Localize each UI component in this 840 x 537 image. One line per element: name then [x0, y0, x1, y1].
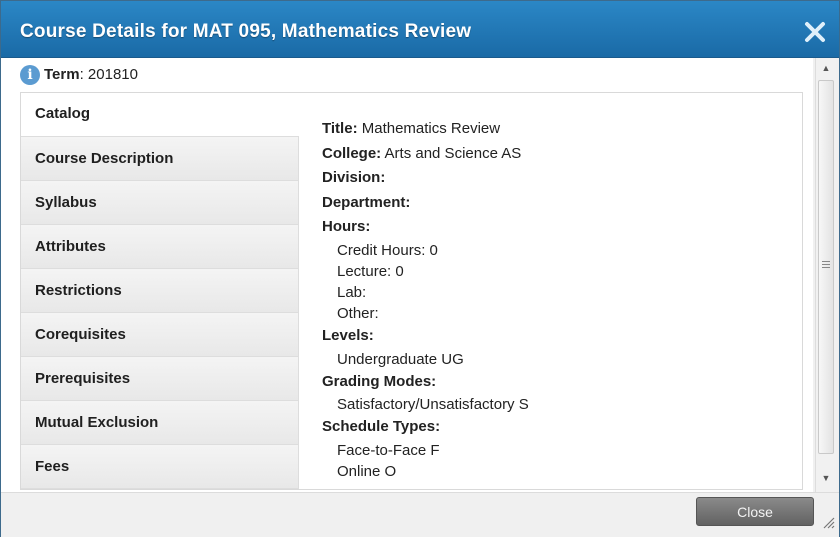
department-label: Department:	[322, 193, 411, 211]
course-details-panel: Catalog Course Description Syllabus Attr…	[20, 92, 803, 490]
course-details-dialog: Course Details for MAT 095, Mathematics …	[0, 0, 840, 537]
scroll-up-arrow-icon[interactable]: ▲	[819, 60, 833, 76]
dialog-titlebar[interactable]: Course Details for MAT 095, Mathematics …	[1, 1, 839, 58]
title-value: Mathematics Review	[361, 120, 501, 137]
scroll-down-arrow-icon[interactable]: ▼	[819, 470, 833, 486]
hours-row: Hours:	[322, 215, 792, 240]
title-label: Title:	[322, 120, 358, 137]
tab-syllabus[interactable]: Syllabus	[21, 181, 299, 225]
catalog-content: Title: Mathematics Review College: Arts …	[322, 117, 792, 482]
lecture-hours: Lecture: 0	[337, 262, 404, 280]
tab-corequisites[interactable]: Corequisites	[21, 313, 299, 357]
tab-catalog[interactable]: Catalog	[21, 93, 299, 137]
other-hours: Other:	[337, 304, 379, 322]
scrollbar-thumb[interactable]	[818, 80, 834, 454]
grading-item: Satisfactory/Unsatisfactory S	[337, 396, 529, 414]
tab-restrictions[interactable]: Restrictions	[21, 269, 299, 313]
close-button[interactable]: Close	[696, 497, 814, 526]
tab-attributes[interactable]: Attributes	[21, 225, 299, 269]
schedule-label: Schedule Types:	[322, 418, 441, 436]
levels-row: Levels:	[322, 324, 792, 349]
grading-label: Grading Modes:	[322, 372, 437, 390]
schedule-item: Online O	[337, 462, 397, 480]
college-row: College: Arts and Science AS	[322, 142, 792, 167]
tab-prerequisites[interactable]: Prerequisites	[21, 357, 299, 401]
vertical-scrollbar[interactable]: ▲ ▼	[815, 58, 836, 492]
dialog-body: i Term: 201810 Catalog Course Description…	[1, 58, 813, 492]
college-value: Arts and Science AS	[384, 144, 522, 162]
lab-hours: Lab:	[337, 283, 367, 301]
schedule-row: Schedule Types:	[322, 415, 792, 440]
resize-grip-icon[interactable]	[819, 513, 835, 529]
title-row: Title: Mathematics Review	[322, 117, 792, 142]
details-tab-list: Catalog Course Description Syllabus Attr…	[21, 93, 299, 489]
schedule-item: Face-to-Face F	[337, 441, 440, 459]
tab-course-description[interactable]: Course Description	[21, 137, 299, 181]
tab-mutual-exclusion[interactable]: Mutual Exclusion	[21, 401, 299, 445]
credit-hours: Credit Hours: 0	[337, 241, 438, 259]
department-row: Department:	[322, 191, 792, 216]
info-icon: i	[20, 65, 40, 85]
dialog-title: Course Details for MAT 095, Mathematics …	[20, 21, 472, 42]
levels-label: Levels:	[322, 326, 374, 344]
term-label: Term	[44, 65, 80, 83]
tab-fees[interactable]: Fees	[21, 445, 299, 489]
college-label: College:	[322, 144, 382, 162]
dialog-footer: Close	[1, 492, 839, 537]
grading-row: Grading Modes:	[322, 370, 792, 395]
term-value: 201810	[87, 65, 138, 83]
division-label: Division:	[322, 169, 386, 187]
level-item: Undergraduate UG	[337, 350, 464, 368]
division-row: Division:	[322, 166, 792, 191]
close-icon[interactable]	[802, 19, 828, 45]
term-line: i Term: 201810	[20, 65, 138, 87]
grip-icon	[822, 261, 830, 262]
hours-label: Hours:	[322, 218, 371, 236]
term-separator: :	[79, 65, 84, 83]
